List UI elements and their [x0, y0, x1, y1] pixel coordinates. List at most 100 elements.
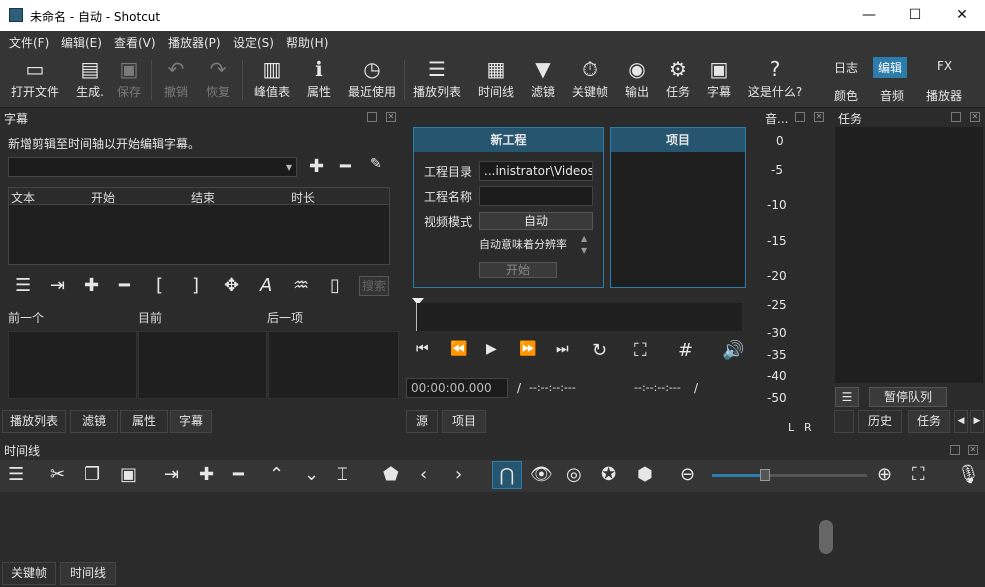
video-mode-select[interactable]: 自动: [479, 212, 593, 230]
close-panel-icon[interactable]: ✕: [814, 112, 824, 122]
microphone-icon[interactable]: 🎙: [957, 464, 980, 485]
float-panel-icon[interactable]: [795, 112, 805, 122]
next-marker-icon[interactable]: ›: [455, 464, 462, 485]
menu-settings[interactable]: 设定(S): [233, 34, 274, 51]
filters-button[interactable]: ▼ 滤镜: [528, 55, 558, 100]
tab-keyframes[interactable]: 关键帧: [2, 562, 56, 585]
subtitles-button[interactable]: ▣ 字幕: [704, 55, 734, 100]
overwrite-icon[interactable]: ⌄: [304, 464, 319, 485]
current-text-box[interactable]: [138, 331, 267, 399]
timeline-scrollbar[interactable]: [819, 520, 833, 554]
projects-list[interactable]: [611, 152, 745, 287]
tabs-scroll-left-icon[interactable]: ◀: [954, 410, 968, 433]
layout-audio-button[interactable]: 音频: [875, 85, 909, 106]
set-end-icon[interactable]: ]: [192, 275, 199, 296]
volume-icon[interactable]: 🔊: [722, 340, 744, 361]
whats-this-button[interactable]: ? 这是什么?: [746, 55, 804, 100]
zoom-slider-track[interactable]: [712, 469, 867, 481]
search-button[interactable]: 搜索: [359, 276, 389, 296]
remove-track-icon[interactable]: ━: [340, 156, 351, 177]
tab-timeline[interactable]: 时间线: [60, 562, 116, 585]
timecode-field[interactable]: 00:00:00.000: [406, 378, 508, 398]
menu-file[interactable]: 文件(F): [9, 34, 49, 51]
peak-meter-button[interactable]: ▥ 峰值表: [252, 55, 292, 100]
float-panel-icon[interactable]: [950, 445, 960, 455]
track-select[interactable]: ▾: [8, 157, 297, 177]
start-button[interactable]: 开始: [479, 262, 557, 278]
tab-project[interactable]: 项目: [442, 410, 486, 433]
previous-marker-icon[interactable]: ‹: [420, 464, 427, 485]
properties-button[interactable]: ℹ 属性: [304, 55, 334, 100]
timeline-tracks-area[interactable]: [0, 492, 985, 562]
ripple-all-icon[interactable]: ✪: [601, 464, 616, 485]
grid-icon[interactable]: #: [678, 340, 693, 361]
ripple-icon[interactable]: ◎: [566, 464, 582, 485]
playlist-button[interactable]: ☰ 播放列表: [411, 55, 463, 100]
menu-help[interactable]: 帮助(H): [286, 34, 328, 51]
copy-icon[interactable]: ❐: [84, 464, 100, 485]
timeline-button[interactable]: ▦ 时间线: [476, 55, 516, 100]
pause-queue-button[interactable]: 暂停队列: [869, 387, 947, 407]
scroll-up-icon[interactable]: ▲: [581, 234, 587, 243]
close-panel-icon[interactable]: ✕: [970, 112, 980, 122]
speaker-icon[interactable]: ▯: [330, 275, 340, 296]
cut-icon[interactable]: ✂: [50, 464, 65, 485]
export-button[interactable]: ◉ 输出: [622, 55, 652, 100]
layout-log-button[interactable]: 日志: [829, 57, 863, 78]
minimize-button[interactable]: —: [846, 0, 892, 31]
recent-button[interactable]: ◷ 最近使用: [346, 55, 398, 100]
move-icon[interactable]: ✥: [224, 275, 239, 296]
lift-icon[interactable]: ⌃: [269, 464, 284, 485]
jobs-menu-button[interactable]: ☰: [835, 387, 859, 407]
tab-subtitles[interactable]: 字幕: [170, 410, 212, 433]
menu-edit[interactable]: 编辑(E): [61, 34, 102, 51]
generate-button[interactable]: ▤ 生成.: [72, 55, 108, 100]
remove-icon[interactable]: ━: [119, 275, 130, 296]
float-panel-icon[interactable]: [951, 112, 961, 122]
edit-track-icon[interactable]: ✎: [370, 156, 382, 172]
close-button[interactable]: ✕: [939, 0, 985, 31]
tab-jobs[interactable]: 任务: [908, 410, 950, 433]
skip-previous-icon[interactable]: ⏮: [416, 341, 429, 357]
project-name-input[interactable]: [479, 186, 593, 206]
save-button[interactable]: ▣ 保存: [114, 55, 144, 100]
layout-fx-button[interactable]: FX: [932, 57, 957, 75]
tab-playlist[interactable]: 播放列表: [2, 410, 66, 433]
zoom-in-icon[interactable]: ⊕: [877, 464, 892, 485]
zoom-slider-handle[interactable]: [760, 469, 770, 481]
tab-filters[interactable]: 滤镜: [70, 410, 118, 433]
loop-icon[interactable]: ↻: [592, 340, 607, 361]
subtitles-table[interactable]: 文本 开始 结束 时长: [8, 187, 390, 265]
keyframes-button[interactable]: ⏱ 关键帧: [570, 55, 610, 100]
import-icon[interactable]: ⇥: [50, 275, 65, 296]
close-panel-icon[interactable]: ✕: [968, 445, 978, 455]
marker-icon[interactable]: ⬟: [383, 464, 399, 485]
open-file-button[interactable]: ▭ 打开文件: [8, 55, 62, 100]
tabs-scroll-right-icon[interactable]: ▶: [970, 410, 984, 433]
split-icon[interactable]: ⌶: [337, 464, 348, 485]
tab-scroll-left[interactable]: [834, 410, 854, 433]
set-start-icon[interactable]: [: [156, 275, 163, 296]
menu-player[interactable]: 播放器(P): [168, 34, 221, 51]
fast-forward-icon[interactable]: ⏩: [519, 341, 536, 357]
float-panel-icon[interactable]: [367, 112, 377, 122]
layout-player-button[interactable]: 播放器: [921, 85, 967, 106]
paste-icon[interactable]: ▣: [120, 464, 137, 485]
layout-color-button[interactable]: 颜色: [829, 85, 863, 106]
project-dir-field[interactable]: ...inistrator\Videos: [479, 161, 593, 181]
jobs-list[interactable]: [835, 127, 983, 383]
snap-magnet-icon[interactable]: ⋂: [492, 461, 522, 489]
tab-history[interactable]: 历史: [858, 410, 902, 433]
zoom-fit-icon[interactable]: ⛶: [634, 340, 647, 361]
menu-view[interactable]: 查看(V): [114, 34, 156, 51]
tab-properties[interactable]: 属性: [120, 410, 168, 433]
close-panel-icon[interactable]: ✕: [386, 112, 396, 122]
add-icon[interactable]: ✚: [84, 275, 99, 296]
zoom-fit-icon[interactable]: ⛶: [912, 464, 925, 485]
scrubber-bar[interactable]: [416, 303, 742, 331]
menu-icon[interactable]: ☰: [15, 275, 31, 296]
text-icon[interactable]: A: [260, 275, 272, 296]
zoom-out-icon[interactable]: ⊖: [680, 464, 695, 485]
remove-icon[interactable]: ━: [233, 464, 244, 485]
tab-source[interactable]: 源: [406, 410, 438, 433]
